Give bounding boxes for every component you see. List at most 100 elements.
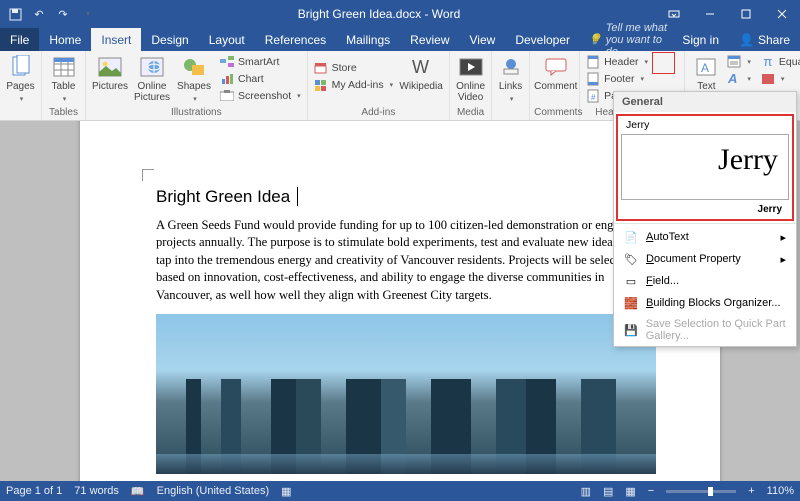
menu-document-property[interactable]: 🏷Document Property▸ [614, 248, 796, 270]
symbol-button[interactable] [759, 70, 800, 87]
zoom-in-button[interactable]: + [748, 485, 754, 497]
wikipedia-icon: W [407, 55, 435, 79]
window-title: Bright Green Idea.docx - Word [102, 7, 656, 21]
group-illustrations-label: Illustrations [90, 107, 303, 119]
group-comments: Comment Comments [530, 51, 580, 120]
quick-parts-dropdown: General Jerry Jerry Jerry 📄AutoText▸ 🏷Do… [613, 91, 797, 347]
zoom-slider-thumb[interactable] [708, 487, 713, 496]
my-addins-icon [314, 78, 328, 92]
online-pictures-icon [138, 55, 166, 79]
tab-review[interactable]: Review [400, 28, 459, 51]
document-heading[interactable]: Bright Green Idea [156, 187, 660, 207]
menu-building-blocks-organizer[interactable]: 🧱Building Blocks Organizer... [614, 292, 796, 314]
view-print-layout-icon[interactable]: ▤ [603, 485, 613, 498]
group-tables: Table Tables [42, 51, 86, 120]
equation-button[interactable]: πEquation [759, 53, 800, 70]
redo-icon[interactable]: ↷ [54, 5, 72, 23]
ribbon-tabs: File Home Insert Design Layout Reference… [0, 28, 800, 51]
symbol-icon [761, 72, 775, 86]
save-selection-icon: 💾 [624, 323, 638, 337]
pictures-button[interactable]: Pictures [90, 53, 130, 92]
quick-access-toolbar: ↶ ↷ [0, 5, 102, 23]
online-pictures-button[interactable]: Online Pictures [132, 53, 172, 103]
building-blocks-icon: 🧱 [624, 296, 638, 310]
menu-field[interactable]: ▭Field... [614, 270, 796, 292]
view-read-mode-icon[interactable]: ▥ [581, 485, 591, 498]
zoom-level[interactable]: 110% [767, 485, 794, 497]
field-icon: ▭ [624, 274, 638, 288]
status-word-count[interactable]: 71 words [74, 485, 119, 497]
pages-button[interactable]: Pages [4, 53, 37, 104]
screenshot-button[interactable]: Screenshot [218, 87, 303, 104]
svg-text:A: A [701, 61, 709, 75]
tab-developer[interactable]: Developer [505, 28, 580, 51]
window-controls [656, 0, 800, 28]
status-language[interactable]: English (United States) [157, 485, 270, 497]
quick-parts-highlight [652, 52, 675, 74]
equation-icon: π [761, 55, 775, 69]
share-icon: 👤 [739, 33, 754, 47]
lightbulb-icon: 💡 [588, 33, 602, 46]
menu-autotext[interactable]: 📄AutoText▸ [614, 226, 796, 248]
undo-icon[interactable]: ↶ [30, 5, 48, 23]
view-web-layout-icon[interactable]: ▦ [625, 485, 635, 498]
footer-icon [586, 72, 600, 86]
tab-layout[interactable]: Layout [199, 28, 255, 51]
links-button[interactable]: Links [496, 53, 525, 104]
document-image-skyline[interactable] [156, 314, 656, 474]
wikipedia-button[interactable]: W Wikipedia [397, 53, 445, 92]
autotext-icon: 📄 [624, 230, 638, 244]
dropdown-highlight: Jerry Jerry Jerry [616, 114, 794, 221]
status-page[interactable]: Page 1 of 1 [6, 485, 62, 497]
video-icon [457, 55, 485, 79]
document-body-paragraph[interactable]: A Green Seeds Fund would provide funding… [156, 217, 660, 304]
maximize-icon[interactable] [728, 0, 764, 28]
tab-view[interactable]: View [460, 28, 506, 51]
table-button[interactable]: Table [46, 53, 81, 104]
wordart-button[interactable]: A [725, 70, 753, 87]
zoom-out-button[interactable]: − [648, 485, 654, 497]
quick-parts-button[interactable] [725, 53, 753, 70]
comment-button[interactable]: Comment [534, 53, 577, 92]
screenshot-icon [220, 89, 234, 103]
save-icon[interactable] [6, 5, 24, 23]
sign-in-link[interactable]: Sign in [672, 28, 729, 51]
status-spelling-icon[interactable]: 📖 [131, 485, 145, 498]
share-label: Share [758, 33, 790, 47]
wordart-icon: A [727, 72, 741, 86]
group-media: Online Video Media [450, 51, 492, 120]
store-button[interactable]: Store [312, 59, 395, 76]
status-bar: Page 1 of 1 71 words 📖 English (United S… [0, 481, 800, 501]
tab-home[interactable]: Home [39, 28, 91, 51]
tab-mailings[interactable]: Mailings [336, 28, 400, 51]
tab-references[interactable]: References [255, 28, 336, 51]
zoom-slider[interactable] [666, 490, 736, 493]
tell-me-search[interactable]: 💡 Tell me what you want to do... [580, 28, 672, 51]
tab-file[interactable]: File [0, 28, 39, 51]
share-button[interactable]: 👤 Share [729, 28, 800, 51]
gallery-item-preview[interactable]: Jerry [621, 134, 789, 200]
tab-insert[interactable]: Insert [91, 28, 141, 51]
tab-design[interactable]: Design [141, 28, 198, 51]
signature-preview: Jerry [718, 143, 778, 177]
smartart-button[interactable]: SmartArt [218, 53, 303, 70]
group-pages: Pages [0, 51, 42, 120]
group-illustrations: Pictures Online Pictures Shapes SmartArt… [86, 51, 308, 120]
group-addins: Store My Add-ins W Wikipedia Add-ins [308, 51, 450, 120]
minimize-icon[interactable] [692, 0, 728, 28]
text-box-icon: A [692, 55, 720, 79]
page-number-icon: # [586, 89, 600, 103]
chart-button[interactable]: Chart [218, 70, 303, 87]
online-video-button[interactable]: Online Video [454, 53, 487, 103]
group-media-label: Media [454, 107, 487, 119]
store-icon [314, 61, 328, 75]
dropdown-section-general: General [614, 92, 796, 112]
shapes-icon [180, 55, 208, 79]
qat-customize-icon[interactable] [78, 5, 96, 23]
group-tables-label: Tables [46, 107, 81, 119]
shapes-button[interactable]: Shapes [174, 53, 214, 104]
status-macro-icon[interactable]: ▦ [281, 485, 291, 498]
close-icon[interactable] [764, 0, 800, 28]
svg-text:#: # [591, 93, 596, 102]
my-addins-button[interactable]: My Add-ins [312, 76, 395, 93]
